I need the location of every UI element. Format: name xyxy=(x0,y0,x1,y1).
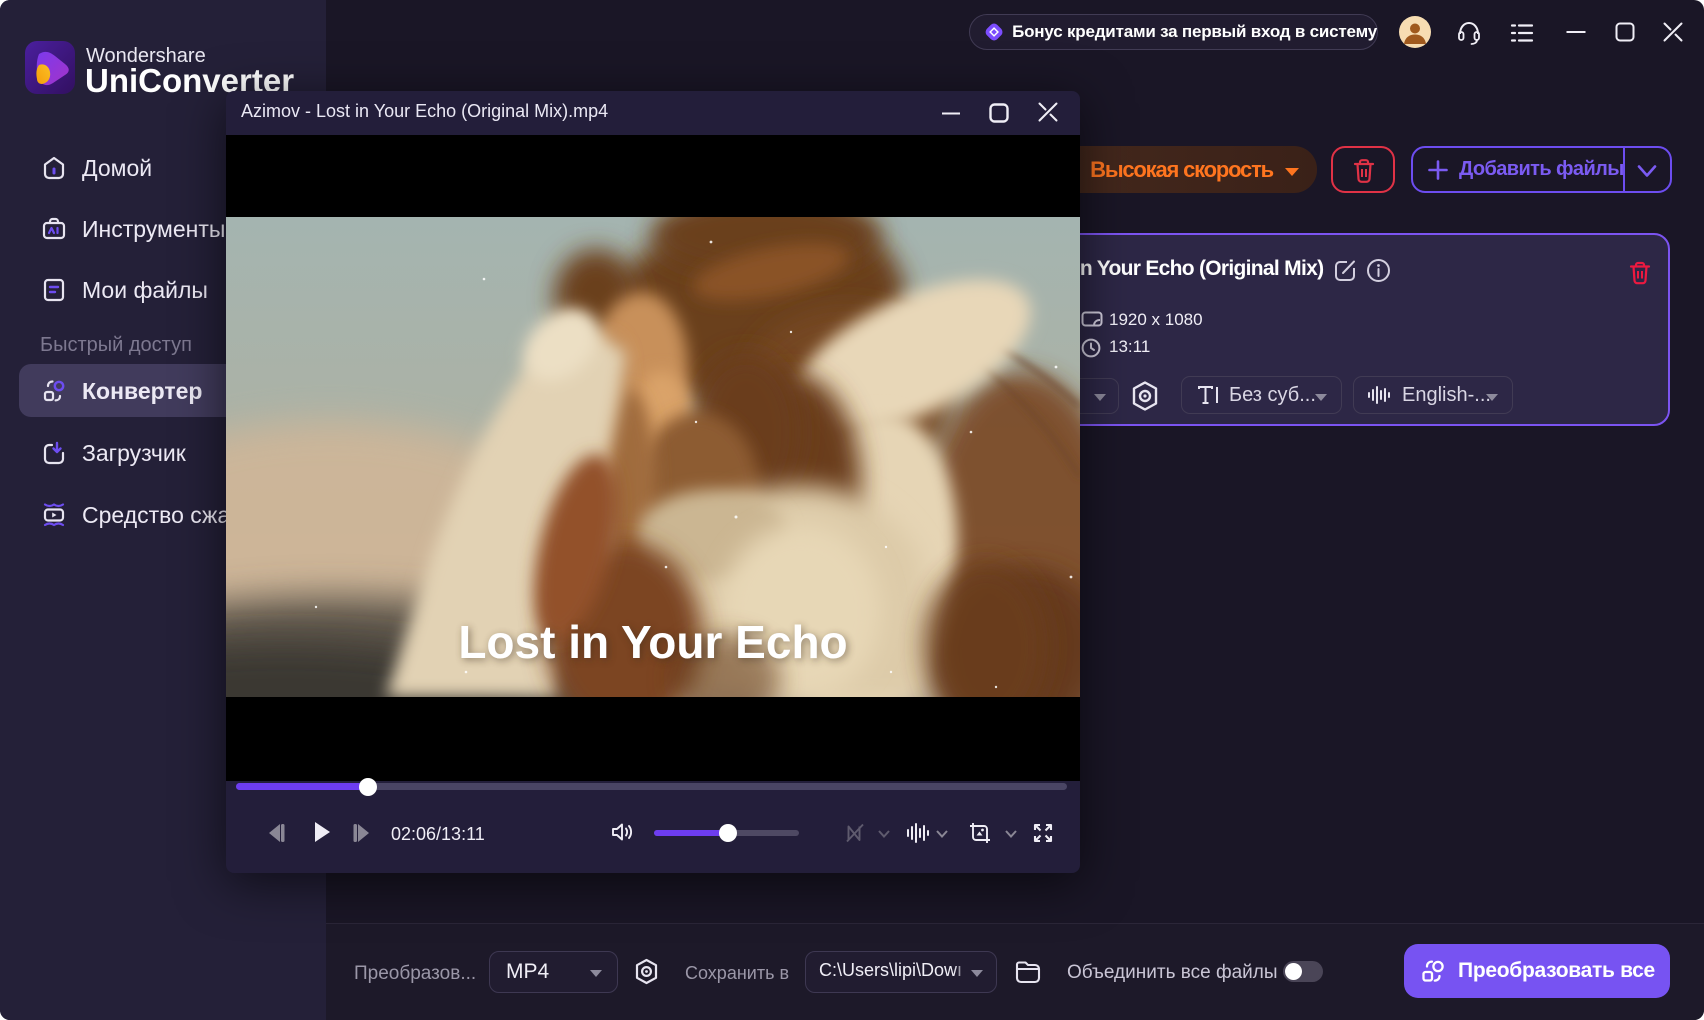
svg-text:Lost in Your Echo: Lost in Your Echo xyxy=(458,616,847,668)
